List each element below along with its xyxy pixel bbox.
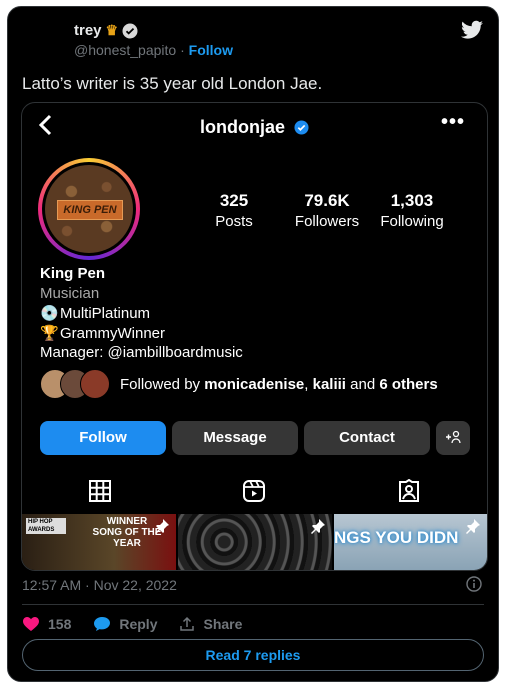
stat-following-value: 1,303 xyxy=(390,191,434,210)
add-user-button[interactable] xyxy=(436,421,470,455)
like-count: 158 xyxy=(48,616,72,632)
stat-posts[interactable]: 325 Posts xyxy=(194,191,274,230)
disc-icon: 💿 xyxy=(40,305,59,322)
tweet-actions: 158 Reply Share xyxy=(22,612,264,636)
bio-line-3[interactable]: Manager: @iambillboardmusic xyxy=(40,344,243,361)
follow-link[interactable]: Follow xyxy=(189,42,233,58)
stat-following-label: Following xyxy=(380,213,444,230)
thumbnail-caption: NGS YOU DIDN xyxy=(334,528,459,547)
ig-tabs xyxy=(22,475,487,507)
ig-profile-ring-inner: KING PEN xyxy=(42,162,136,256)
info-icon[interactable] xyxy=(466,576,482,592)
author-handle-row: @honest_papito · Follow xyxy=(74,42,233,58)
ig-display-name: King Pen xyxy=(40,265,106,282)
bio-line-2-text: GrammyWinner xyxy=(60,325,166,342)
author-handle[interactable]: @honest_papito xyxy=(74,42,176,58)
followed-user-2: kaliii xyxy=(312,375,346,393)
more-icon[interactable]: ••• xyxy=(441,111,465,134)
author-name[interactable]: trey xyxy=(74,22,102,39)
ig-profile-image: KING PEN xyxy=(45,165,133,253)
reply-icon xyxy=(94,617,111,631)
ig-username: londonjae xyxy=(199,117,285,137)
followed-by-avatars xyxy=(40,369,112,399)
stat-followers[interactable]: 79.6K Followers xyxy=(284,191,370,230)
twitter-icon[interactable] xyxy=(460,18,484,42)
ig-category: Musician xyxy=(40,285,100,302)
add-user-icon xyxy=(446,430,461,444)
share-label: Share xyxy=(203,616,243,632)
stat-posts-label: Posts xyxy=(215,213,253,230)
verified-icon xyxy=(122,23,138,38)
share-icon xyxy=(180,616,195,631)
followed-prefix: Followed by xyxy=(120,375,205,393)
post-thumbnail[interactable]: HIP HOP AWARDS WINNER SONG OF THE YEAR xyxy=(22,514,176,570)
author-name-row: trey ♛ xyxy=(74,22,138,39)
avatar xyxy=(80,369,110,399)
tweet-media[interactable]: londonjae ••• KING PEN 325 Posts 79.6K F… xyxy=(21,102,488,571)
ig-follow-button[interactable]: Follow xyxy=(40,421,166,455)
trophy-icon: 🏆 xyxy=(40,325,59,342)
divider xyxy=(22,604,484,605)
followed-sep: , xyxy=(304,375,313,393)
stat-following[interactable]: 1,303 Following xyxy=(372,191,452,230)
ig-post-grid: HIP HOP AWARDS WINNER SONG OF THE YEAR N… xyxy=(22,514,487,570)
avatar[interactable] xyxy=(22,19,66,63)
pin-icon xyxy=(311,519,325,534)
hiphop-badge: HIP HOP AWARDS xyxy=(26,518,66,534)
separator-dot: · xyxy=(180,42,185,58)
ig-profile-picture[interactable]: KING PEN xyxy=(38,158,140,260)
stat-followers-label: Followers xyxy=(294,213,360,230)
stat-followers-value: 79.6K xyxy=(304,191,350,210)
bio-line-1: 💿MultiPlatinum xyxy=(40,304,150,322)
crown-icon: ♛ xyxy=(105,22,119,38)
grid-icon[interactable] xyxy=(88,479,112,503)
tweet-card: trey ♛ @honest_papito · Follow Latto’s w… xyxy=(7,6,499,682)
reels-icon[interactable] xyxy=(242,479,266,503)
tweet-text: Latto’s writer is 35 year old London Jae… xyxy=(22,74,323,93)
share-button[interactable]: Share xyxy=(179,616,242,632)
bio-line-2: 🏆GrammyWinner xyxy=(40,324,165,342)
followed-user-1: monicadenise xyxy=(204,375,305,393)
read-replies-button[interactable]: Read 7 replies xyxy=(22,639,484,671)
verified-icon xyxy=(294,120,309,135)
followed-others: 6 others xyxy=(379,375,438,393)
ig-contact-button[interactable]: Contact xyxy=(304,421,430,455)
pin-icon xyxy=(155,519,169,534)
followed-and: and xyxy=(345,375,380,393)
tagged-icon[interactable] xyxy=(397,479,421,503)
reply-label: Reply xyxy=(119,616,158,632)
tweet-timestamp[interactable]: 12:57 AM · Nov 22, 2022 xyxy=(22,577,177,593)
stat-posts-value: 325 xyxy=(219,191,249,210)
heart-icon xyxy=(23,617,39,631)
bio-line-1-text: MultiPlatinum xyxy=(60,305,151,322)
ig-message-button[interactable]: Message xyxy=(172,421,298,455)
post-thumbnail[interactable] xyxy=(178,514,332,570)
ig-username-row: londonjae xyxy=(22,117,487,138)
pin-icon xyxy=(466,519,480,534)
like-button[interactable]: 158 xyxy=(22,616,71,632)
profile-badge-text: KING PEN xyxy=(57,200,123,220)
reply-button[interactable]: Reply xyxy=(93,616,157,632)
post-thumbnail[interactable]: NGS YOU DIDN xyxy=(334,514,487,570)
followed-by[interactable]: Followed by monicadenise , kaliii and 6 … xyxy=(40,369,438,399)
